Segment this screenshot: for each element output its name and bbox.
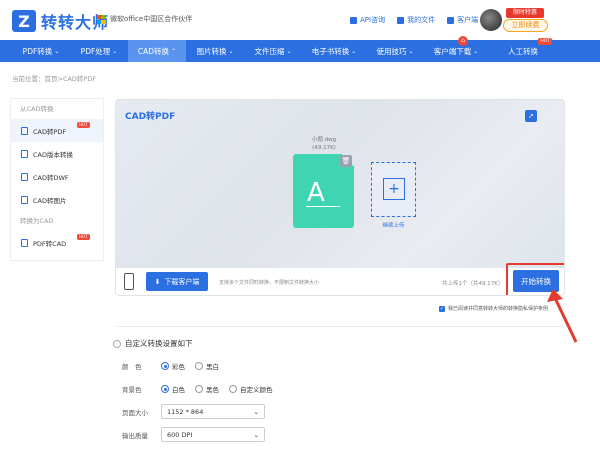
- checkbox-icon[interactable]: ✓: [439, 305, 445, 312]
- agreement[interactable]: ✓ 我已阅读并同意转转大师的转换隐私保护条例: [439, 305, 548, 312]
- chevron-down-icon: ⌄: [351, 47, 357, 55]
- panel-title: CAD转PDF: [125, 112, 176, 122]
- sidebar-item-cad-version[interactable]: CAD版本转换: [11, 142, 103, 165]
- chevron-down-icon: ⌄: [54, 47, 60, 55]
- upload-panel: CAD转PDF ➚ 小题.dwg (49.17K) A 🗑 + 继续上传 ⬇ 下载…: [115, 99, 565, 296]
- download-icon: ⬇: [154, 277, 161, 286]
- divider: [115, 326, 565, 327]
- nav-image-convert[interactable]: 图片转换 ⌄: [186, 40, 244, 62]
- logo[interactable]: Z 转转大师: [12, 9, 109, 33]
- cursor-icon[interactable]: ➚: [525, 110, 537, 122]
- nav-manual-convert[interactable]: HOT 人工转换: [488, 38, 558, 62]
- partner-text: 微软office中国区合作伙伴: [110, 15, 193, 23]
- plus-icon: +: [383, 178, 405, 200]
- file-icon: [21, 172, 28, 181]
- nav-pdf-process[interactable]: PDF处理 ⌄: [70, 40, 128, 62]
- logo-mark: Z: [12, 10, 36, 32]
- file-name: 小题.dwg: [311, 137, 337, 143]
- file-icon: [21, 149, 28, 158]
- chevron-down-icon: ⌄: [228, 47, 234, 55]
- chevron-down-icon: ⌄: [253, 430, 259, 439]
- file-icon: [21, 126, 28, 135]
- top-links: API咨询 我的文件 客户端: [350, 15, 490, 25]
- hot-badge: HOT: [538, 38, 552, 45]
- bar-note: 支持多个文件同时转换，不限制文件转换大小: [219, 280, 320, 286]
- color-label: 颜 色: [122, 363, 142, 371]
- home-icon: ⌂: [458, 36, 468, 46]
- client-link[interactable]: 客户端: [447, 15, 478, 25]
- hot-badge: HOT: [77, 234, 90, 240]
- page-size-label: 页面大小: [122, 408, 148, 417]
- chevron-down-icon: ⌄: [286, 47, 292, 55]
- file-size: (49.17K): [312, 145, 336, 151]
- nav-pdf-convert[interactable]: PDF转换 ⌄: [12, 40, 70, 62]
- continue-upload-label[interactable]: 继续上传: [371, 221, 416, 229]
- sidebar-group-from-cad: 从CAD转换: [20, 105, 54, 113]
- page-size-row: 页面大小 1152 * 864 ⌄: [122, 404, 265, 419]
- sidebar-item-cad-to-dwf[interactable]: CAD转DWF: [11, 165, 103, 188]
- page-size-select[interactable]: 1152 * 864 ⌄: [161, 404, 265, 419]
- breadcrumb: 当前位置：首页>CAD转PDF: [12, 75, 97, 83]
- my-files-link[interactable]: 我的文件: [397, 15, 435, 25]
- add-file-box[interactable]: +: [371, 162, 416, 217]
- quality-label: 输出质量: [122, 431, 148, 440]
- sidebar-group-to-cad: 转换为CAD: [20, 217, 54, 225]
- main-nav: PDF转换 ⌄ PDF处理 ⌄ CAD转换 ⌃ 图片转换 ⌄ 文件压缩 ⌄ 电子书转换 ⌄ …: [0, 36, 600, 62]
- quality-row: 输出质量 600 DPI ⌄: [122, 427, 265, 442]
- top-header: Z 转转大师 微软office中国区合作伙伴 API咨询 我的文件 客户端 限时…: [0, 0, 600, 40]
- background-row: 背景色 白色 黑色 自定义颜色: [122, 384, 283, 394]
- hot-badge: HOT: [77, 122, 90, 128]
- nav-ebook-convert[interactable]: 电子书转换 ⌄: [302, 40, 366, 62]
- chevron-down-icon: ⌄: [253, 407, 259, 416]
- folder-icon: [397, 16, 405, 24]
- partner-badge: 微软office中国区合作伙伴: [97, 14, 192, 24]
- upload-count: 共上传1个（共49.17K）: [442, 281, 504, 287]
- nav-cad-convert[interactable]: CAD转换 ⌃: [128, 40, 186, 62]
- file-icon: [21, 238, 28, 247]
- chevron-down-icon: ⌄: [408, 47, 414, 55]
- radio-icon: [113, 339, 121, 348]
- bg-option-black[interactable]: 黑色: [195, 384, 219, 394]
- windows-icon: [97, 14, 106, 24]
- red-arrow-icon: [547, 289, 578, 343]
- chat-icon: [350, 16, 357, 24]
- sidebar-item-pdf-to-cad[interactable]: PDF转CAD HOT: [11, 231, 103, 254]
- nav-tips[interactable]: 使用技巧 ⌄: [366, 40, 424, 62]
- background-label: 背景色: [122, 386, 142, 394]
- renew-button[interactable]: 立即续费: [503, 19, 548, 32]
- sidebar-item-cad-to-pdf[interactable]: CAD转PDF HOT: [11, 119, 103, 142]
- chevron-down-icon: ⌄: [112, 47, 118, 55]
- color-row: 颜 色 彩色 黑白: [122, 361, 229, 371]
- avatar[interactable]: [480, 9, 502, 31]
- trash-icon[interactable]: 🗑: [340, 155, 352, 167]
- api-link[interactable]: API咨询: [350, 15, 385, 25]
- bg-option-white[interactable]: 白色: [161, 384, 185, 394]
- nav-client-download[interactable]: ⌂ 客户端下载 ⌄: [424, 36, 488, 62]
- chevron-up-icon: ⌃: [171, 47, 177, 55]
- sidebar: 从CAD转换 CAD转PDF HOT CAD版本转换 CAD转DWF CAD转图片…: [10, 98, 104, 261]
- phone-icon: [124, 273, 134, 290]
- sidebar-item-cad-to-image[interactable]: CAD转图片: [11, 188, 103, 211]
- nav-compress[interactable]: 文件压缩 ⌄: [244, 40, 302, 62]
- action-bar: ⬇ 下载客户端 支持多个文件同时转换，不限制文件转换大小 共上传1个（共49.17…: [116, 263, 564, 295]
- download-client-button[interactable]: ⬇ 下载客户端: [146, 272, 208, 291]
- download-icon: [447, 16, 455, 24]
- promo-badge: 限时特惠: [506, 8, 544, 18]
- file-glyph: A: [307, 178, 325, 208]
- quality-select[interactable]: 600 DPI ⌄: [161, 427, 265, 442]
- color-option-color[interactable]: 彩色: [161, 361, 185, 371]
- file-icon: [21, 195, 28, 204]
- bg-option-custom[interactable]: 自定义颜色: [229, 384, 273, 394]
- color-option-bw[interactable]: 黑白: [195, 361, 219, 371]
- chevron-down-icon: ⌄: [473, 47, 479, 55]
- settings-title[interactable]: 自定义转换设置如下: [113, 338, 193, 349]
